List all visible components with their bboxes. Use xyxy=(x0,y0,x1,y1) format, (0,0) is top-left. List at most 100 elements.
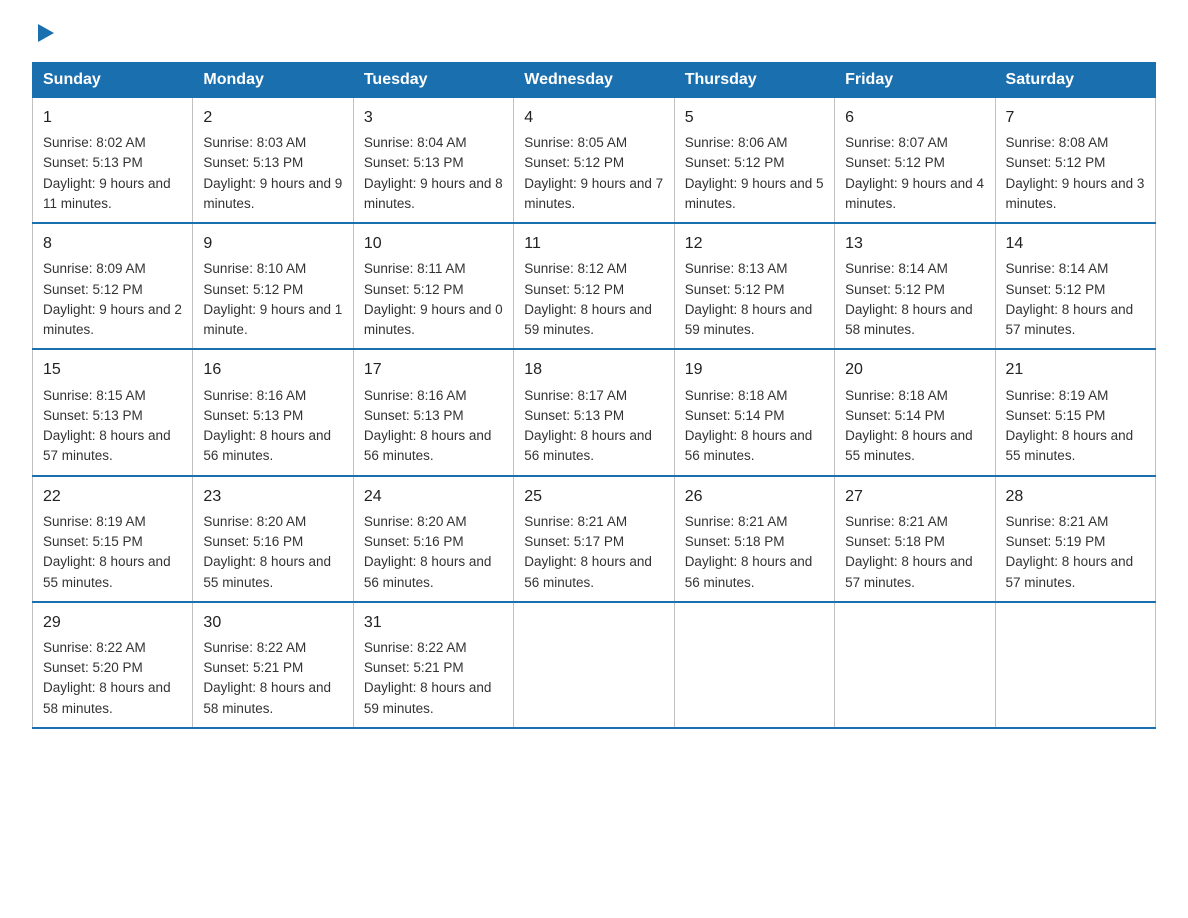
calendar-cell: 11 Sunrise: 8:12 AMSunset: 5:12 PMDaylig… xyxy=(514,223,674,349)
calendar-week-row: 8 Sunrise: 8:09 AMSunset: 5:12 PMDayligh… xyxy=(33,223,1156,349)
calendar-week-row: 1 Sunrise: 8:02 AMSunset: 5:13 PMDayligh… xyxy=(33,98,1156,224)
calendar-week-row: 15 Sunrise: 8:15 AMSunset: 5:13 PMDaylig… xyxy=(33,349,1156,475)
calendar-cell: 3 Sunrise: 8:04 AMSunset: 5:13 PMDayligh… xyxy=(353,98,513,224)
day-number: 23 xyxy=(203,485,342,508)
calendar-cell: 17 Sunrise: 8:16 AMSunset: 5:13 PMDaylig… xyxy=(353,349,513,475)
day-number: 3 xyxy=(364,106,503,129)
day-info: Sunrise: 8:21 AMSunset: 5:18 PMDaylight:… xyxy=(845,514,973,590)
day-number: 16 xyxy=(203,358,342,381)
day-number: 15 xyxy=(43,358,182,381)
calendar-cell: 7 Sunrise: 8:08 AMSunset: 5:12 PMDayligh… xyxy=(995,98,1155,224)
day-number: 14 xyxy=(1006,232,1145,255)
day-info: Sunrise: 8:20 AMSunset: 5:16 PMDaylight:… xyxy=(203,514,331,590)
calendar-table: SundayMondayTuesdayWednesdayThursdayFrid… xyxy=(32,62,1156,729)
day-header-sunday: Sunday xyxy=(33,63,193,98)
day-info: Sunrise: 8:06 AMSunset: 5:12 PMDaylight:… xyxy=(685,135,824,211)
day-info: Sunrise: 8:16 AMSunset: 5:13 PMDaylight:… xyxy=(364,388,492,464)
day-info: Sunrise: 8:08 AMSunset: 5:12 PMDaylight:… xyxy=(1006,135,1145,211)
calendar-cell: 24 Sunrise: 8:20 AMSunset: 5:16 PMDaylig… xyxy=(353,476,513,602)
day-number: 17 xyxy=(364,358,503,381)
calendar-cell: 21 Sunrise: 8:19 AMSunset: 5:15 PMDaylig… xyxy=(995,349,1155,475)
calendar-cell: 27 Sunrise: 8:21 AMSunset: 5:18 PMDaylig… xyxy=(835,476,995,602)
calendar-cell: 26 Sunrise: 8:21 AMSunset: 5:18 PMDaylig… xyxy=(674,476,834,602)
day-info: Sunrise: 8:02 AMSunset: 5:13 PMDaylight:… xyxy=(43,135,171,211)
day-header-monday: Monday xyxy=(193,63,353,98)
calendar-cell: 6 Sunrise: 8:07 AMSunset: 5:12 PMDayligh… xyxy=(835,98,995,224)
page-header xyxy=(32,24,1156,44)
day-number: 9 xyxy=(203,232,342,255)
day-info: Sunrise: 8:18 AMSunset: 5:14 PMDaylight:… xyxy=(685,388,813,464)
day-number: 1 xyxy=(43,106,182,129)
day-info: Sunrise: 8:22 AMSunset: 5:21 PMDaylight:… xyxy=(364,640,492,716)
calendar-cell: 12 Sunrise: 8:13 AMSunset: 5:12 PMDaylig… xyxy=(674,223,834,349)
day-number: 7 xyxy=(1006,106,1145,129)
calendar-cell: 10 Sunrise: 8:11 AMSunset: 5:12 PMDaylig… xyxy=(353,223,513,349)
day-number: 2 xyxy=(203,106,342,129)
calendar-week-row: 22 Sunrise: 8:19 AMSunset: 5:15 PMDaylig… xyxy=(33,476,1156,602)
day-number: 12 xyxy=(685,232,824,255)
day-number: 20 xyxy=(845,358,984,381)
day-number: 28 xyxy=(1006,485,1145,508)
calendar-cell: 15 Sunrise: 8:15 AMSunset: 5:13 PMDaylig… xyxy=(33,349,193,475)
logo xyxy=(32,24,56,44)
calendar-cell xyxy=(514,602,674,728)
day-number: 24 xyxy=(364,485,503,508)
calendar-cell: 28 Sunrise: 8:21 AMSunset: 5:19 PMDaylig… xyxy=(995,476,1155,602)
calendar-cell: 18 Sunrise: 8:17 AMSunset: 5:13 PMDaylig… xyxy=(514,349,674,475)
day-info: Sunrise: 8:14 AMSunset: 5:12 PMDaylight:… xyxy=(1006,261,1134,337)
calendar-cell: 14 Sunrise: 8:14 AMSunset: 5:12 PMDaylig… xyxy=(995,223,1155,349)
day-info: Sunrise: 8:10 AMSunset: 5:12 PMDaylight:… xyxy=(203,261,342,337)
day-number: 31 xyxy=(364,611,503,634)
day-header-wednesday: Wednesday xyxy=(514,63,674,98)
day-info: Sunrise: 8:21 AMSunset: 5:17 PMDaylight:… xyxy=(524,514,652,590)
calendar-cell: 20 Sunrise: 8:18 AMSunset: 5:14 PMDaylig… xyxy=(835,349,995,475)
day-number: 30 xyxy=(203,611,342,634)
day-header-saturday: Saturday xyxy=(995,63,1155,98)
day-info: Sunrise: 8:17 AMSunset: 5:13 PMDaylight:… xyxy=(524,388,652,464)
calendar-cell: 4 Sunrise: 8:05 AMSunset: 5:12 PMDayligh… xyxy=(514,98,674,224)
day-info: Sunrise: 8:09 AMSunset: 5:12 PMDaylight:… xyxy=(43,261,182,337)
calendar-cell: 2 Sunrise: 8:03 AMSunset: 5:13 PMDayligh… xyxy=(193,98,353,224)
day-number: 22 xyxy=(43,485,182,508)
day-info: Sunrise: 8:07 AMSunset: 5:12 PMDaylight:… xyxy=(845,135,984,211)
calendar-cell: 23 Sunrise: 8:20 AMSunset: 5:16 PMDaylig… xyxy=(193,476,353,602)
day-info: Sunrise: 8:18 AMSunset: 5:14 PMDaylight:… xyxy=(845,388,973,464)
day-header-friday: Friday xyxy=(835,63,995,98)
calendar-cell xyxy=(995,602,1155,728)
day-info: Sunrise: 8:21 AMSunset: 5:19 PMDaylight:… xyxy=(1006,514,1134,590)
day-info: Sunrise: 8:19 AMSunset: 5:15 PMDaylight:… xyxy=(1006,388,1134,464)
day-info: Sunrise: 8:03 AMSunset: 5:13 PMDaylight:… xyxy=(203,135,342,211)
day-number: 8 xyxy=(43,232,182,255)
logo-triangle-icon xyxy=(34,22,56,44)
calendar-cell: 8 Sunrise: 8:09 AMSunset: 5:12 PMDayligh… xyxy=(33,223,193,349)
day-info: Sunrise: 8:12 AMSunset: 5:12 PMDaylight:… xyxy=(524,261,652,337)
calendar-cell: 25 Sunrise: 8:21 AMSunset: 5:17 PMDaylig… xyxy=(514,476,674,602)
day-info: Sunrise: 8:16 AMSunset: 5:13 PMDaylight:… xyxy=(203,388,331,464)
day-number: 6 xyxy=(845,106,984,129)
calendar-cell: 19 Sunrise: 8:18 AMSunset: 5:14 PMDaylig… xyxy=(674,349,834,475)
day-info: Sunrise: 8:22 AMSunset: 5:21 PMDaylight:… xyxy=(203,640,331,716)
day-header-thursday: Thursday xyxy=(674,63,834,98)
day-info: Sunrise: 8:21 AMSunset: 5:18 PMDaylight:… xyxy=(685,514,813,590)
calendar-cell: 9 Sunrise: 8:10 AMSunset: 5:12 PMDayligh… xyxy=(193,223,353,349)
day-number: 27 xyxy=(845,485,984,508)
day-number: 5 xyxy=(685,106,824,129)
day-number: 18 xyxy=(524,358,663,381)
day-number: 26 xyxy=(685,485,824,508)
day-info: Sunrise: 8:11 AMSunset: 5:12 PMDaylight:… xyxy=(364,261,503,337)
calendar-cell: 1 Sunrise: 8:02 AMSunset: 5:13 PMDayligh… xyxy=(33,98,193,224)
calendar-cell: 13 Sunrise: 8:14 AMSunset: 5:12 PMDaylig… xyxy=(835,223,995,349)
day-number: 11 xyxy=(524,232,663,255)
calendar-cell xyxy=(835,602,995,728)
day-info: Sunrise: 8:14 AMSunset: 5:12 PMDaylight:… xyxy=(845,261,973,337)
day-info: Sunrise: 8:13 AMSunset: 5:12 PMDaylight:… xyxy=(685,261,813,337)
calendar-week-row: 29 Sunrise: 8:22 AMSunset: 5:20 PMDaylig… xyxy=(33,602,1156,728)
day-number: 10 xyxy=(364,232,503,255)
day-info: Sunrise: 8:04 AMSunset: 5:13 PMDaylight:… xyxy=(364,135,503,211)
day-info: Sunrise: 8:19 AMSunset: 5:15 PMDaylight:… xyxy=(43,514,171,590)
calendar-cell: 16 Sunrise: 8:16 AMSunset: 5:13 PMDaylig… xyxy=(193,349,353,475)
calendar-cell xyxy=(674,602,834,728)
calendar-header-row: SundayMondayTuesdayWednesdayThursdayFrid… xyxy=(33,63,1156,98)
day-number: 25 xyxy=(524,485,663,508)
calendar-cell: 29 Sunrise: 8:22 AMSunset: 5:20 PMDaylig… xyxy=(33,602,193,728)
